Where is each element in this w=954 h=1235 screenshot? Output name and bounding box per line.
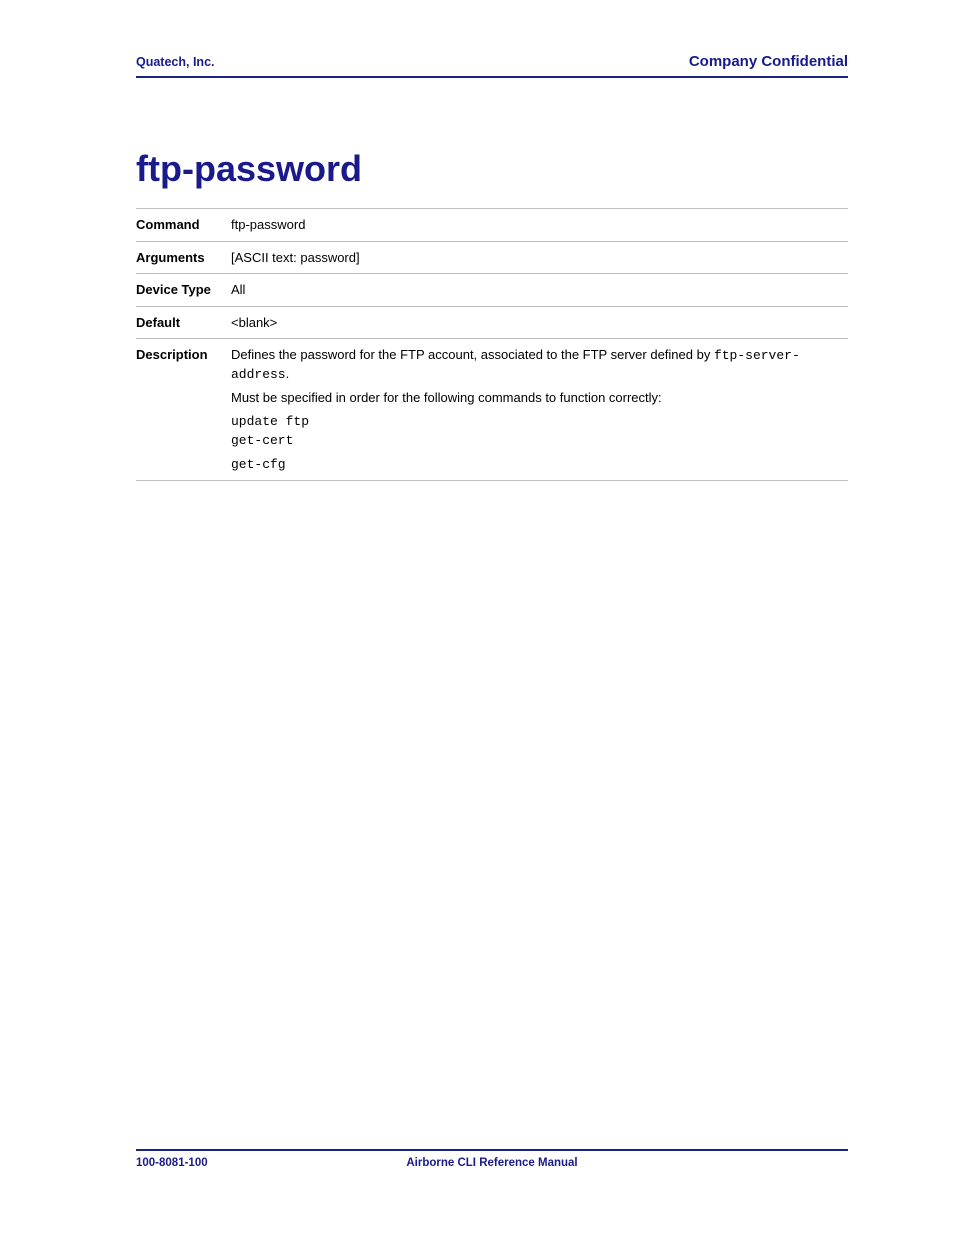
value-description: Defines the password for the FTP account… bbox=[231, 339, 848, 481]
value-default: <blank> bbox=[231, 306, 848, 339]
description-p1-text-b: . bbox=[286, 366, 290, 381]
description-p2: Must be specified in order for the follo… bbox=[231, 389, 840, 407]
header-company: Quatech, Inc. bbox=[136, 55, 215, 69]
header-confidential: Company Confidential bbox=[689, 53, 848, 70]
document-page: Quatech, Inc. Company Confidential ftp-p… bbox=[0, 0, 954, 1235]
row-description: Description Defines the password for the… bbox=[136, 339, 848, 481]
page-header: Quatech, Inc. Company Confidential bbox=[136, 53, 848, 78]
row-device-type: Device Type All bbox=[136, 274, 848, 307]
footer-left: 100-8081-100 bbox=[136, 1157, 208, 1169]
spec-table: Command ftp-password Arguments [ASCII te… bbox=[136, 208, 848, 481]
description-code-3: get-cfg bbox=[231, 456, 840, 474]
description-code-1: update ftp bbox=[231, 413, 840, 431]
description-p1-text-a: Defines the password for the FTP account… bbox=[231, 347, 714, 362]
value-command: ftp-password bbox=[231, 209, 848, 242]
footer-center: Airborne CLI Reference Manual bbox=[136, 1157, 848, 1169]
row-command: Command ftp-password bbox=[136, 209, 848, 242]
page-footer: 100-8081-100 Airborne CLI Reference Manu… bbox=[136, 1149, 848, 1169]
label-description: Description bbox=[136, 339, 231, 481]
description-code-2: get-cert bbox=[231, 432, 840, 450]
row-arguments: Arguments [ASCII text: password] bbox=[136, 241, 848, 274]
label-arguments: Arguments bbox=[136, 241, 231, 274]
description-p1: Defines the password for the FTP account… bbox=[231, 346, 840, 383]
label-command: Command bbox=[136, 209, 231, 242]
page-title: ftp-password bbox=[136, 148, 848, 190]
label-device-type: Device Type bbox=[136, 274, 231, 307]
value-device-type: All bbox=[231, 274, 848, 307]
row-default: Default <blank> bbox=[136, 306, 848, 339]
label-default: Default bbox=[136, 306, 231, 339]
value-arguments: [ASCII text: password] bbox=[231, 241, 848, 274]
